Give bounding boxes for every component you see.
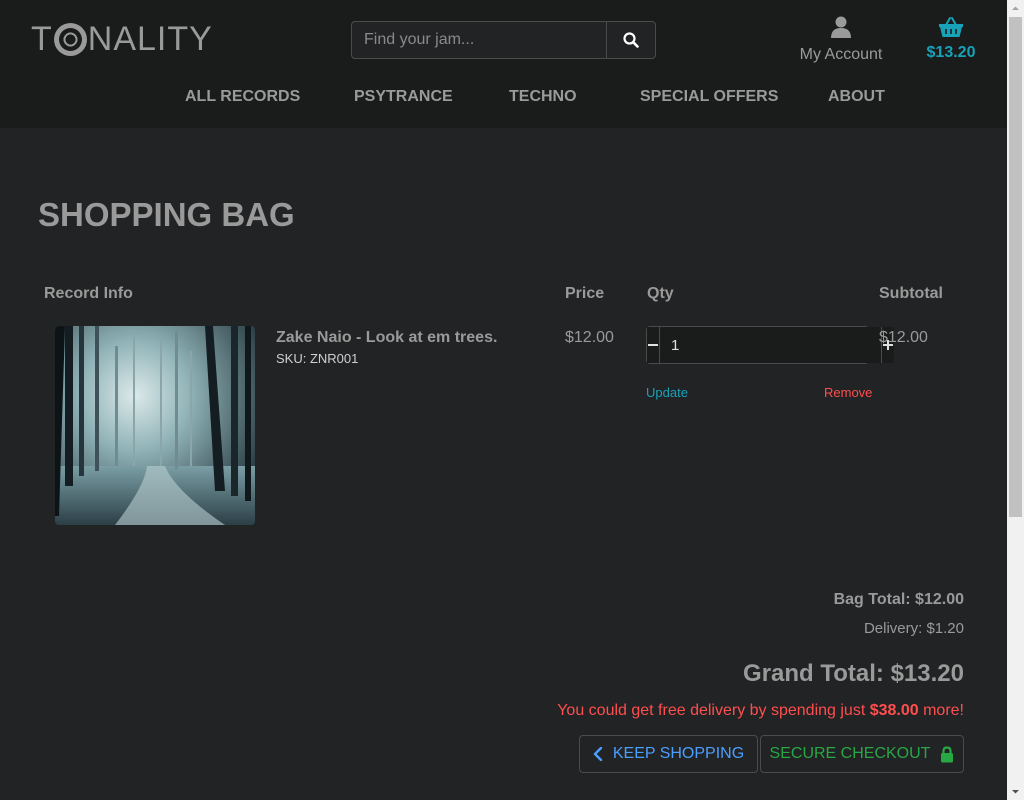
- product-subtotal: $12.00: [879, 329, 928, 346]
- page-title: SHOPPING BAG: [38, 196, 295, 233]
- nav-item-psytrance[interactable]: PSYTRANCE: [354, 88, 453, 106]
- site-header: T NALITY My Account $13.20 ALL RECORDS PS…: [0, 0, 1007, 128]
- nav-item-all-records[interactable]: ALL RECORDS: [185, 88, 300, 106]
- grand-total: Grand Total: $13.20: [743, 660, 964, 687]
- product-image[interactable]: [55, 326, 255, 525]
- product-name[interactable]: Zake Naio - Look at em trees.: [276, 329, 497, 347]
- nav-item-about[interactable]: ABOUT: [828, 88, 885, 106]
- column-header-price: Price: [565, 285, 605, 302]
- lock-icon: [941, 745, 954, 762]
- remove-link[interactable]: Remove: [824, 385, 872, 400]
- quantity-stepper: [646, 326, 894, 364]
- basket-total: $13.20: [926, 44, 976, 61]
- search-button[interactable]: [606, 22, 655, 58]
- keep-shopping-button[interactable]: KEEP SHOPPING: [579, 735, 758, 773]
- account-link[interactable]: My Account: [796, 16, 886, 64]
- product-sku: SKU: ZNR001: [276, 351, 359, 366]
- column-header-subtotal: Subtotal: [879, 285, 943, 302]
- secure-checkout-button[interactable]: SECURE CHECKOUT: [760, 735, 964, 773]
- quantity-input[interactable]: [660, 327, 881, 363]
- free-delivery-amount: $38.00: [869, 702, 919, 719]
- search-icon: [623, 32, 639, 48]
- free-delivery-text-post: more!: [918, 702, 964, 719]
- nav-item-special-offers[interactable]: SPECIAL OFFERS: [640, 88, 778, 106]
- product-price: $12.00: [565, 329, 614, 346]
- brand-logo[interactable]: T NALITY: [31, 19, 213, 59]
- search-bar: [351, 21, 656, 59]
- account-label: My Account: [799, 46, 883, 63]
- secure-checkout-label: SECURE CHECKOUT: [769, 745, 931, 762]
- free-delivery-text-pre: You could get free delivery by spending …: [557, 702, 870, 719]
- keep-shopping-label: KEEP SHOPPING: [612, 745, 745, 762]
- nav-item-techno[interactable]: TECHNO: [509, 88, 577, 106]
- column-header-record-info: Record Info: [44, 285, 133, 302]
- update-link[interactable]: Update: [646, 385, 688, 400]
- main-nav: ALL RECORDS PSYTRANCE TECHNO SPECIAL OFF…: [0, 88, 1007, 114]
- chevron-left-icon: [593, 747, 603, 761]
- free-delivery-notice: You could get free delivery by spending …: [557, 702, 964, 720]
- scroll-up-arrow-icon[interactable]: [1007, 0, 1024, 17]
- page-scrollbar[interactable]: [1007, 0, 1024, 800]
- basket-link[interactable]: $13.20: [920, 16, 982, 62]
- bag-total: Bag Total: $12.00: [833, 591, 964, 608]
- vinyl-disc-icon: [53, 22, 87, 56]
- brand-name-suffix: NALITY: [87, 19, 213, 58]
- search-input[interactable]: [352, 22, 606, 58]
- column-header-qty: Qty: [647, 285, 674, 302]
- delivery-cost: Delivery: $1.20: [863, 620, 964, 637]
- brand-name-prefix: T: [31, 19, 53, 58]
- decrement-button[interactable]: [647, 327, 660, 363]
- basket-icon: [939, 17, 963, 37]
- user-icon: [831, 16, 851, 38]
- scroll-down-arrow-icon[interactable]: [1007, 783, 1024, 800]
- scrollbar-thumb[interactable]: [1009, 17, 1022, 517]
- minus-icon: [648, 344, 658, 346]
